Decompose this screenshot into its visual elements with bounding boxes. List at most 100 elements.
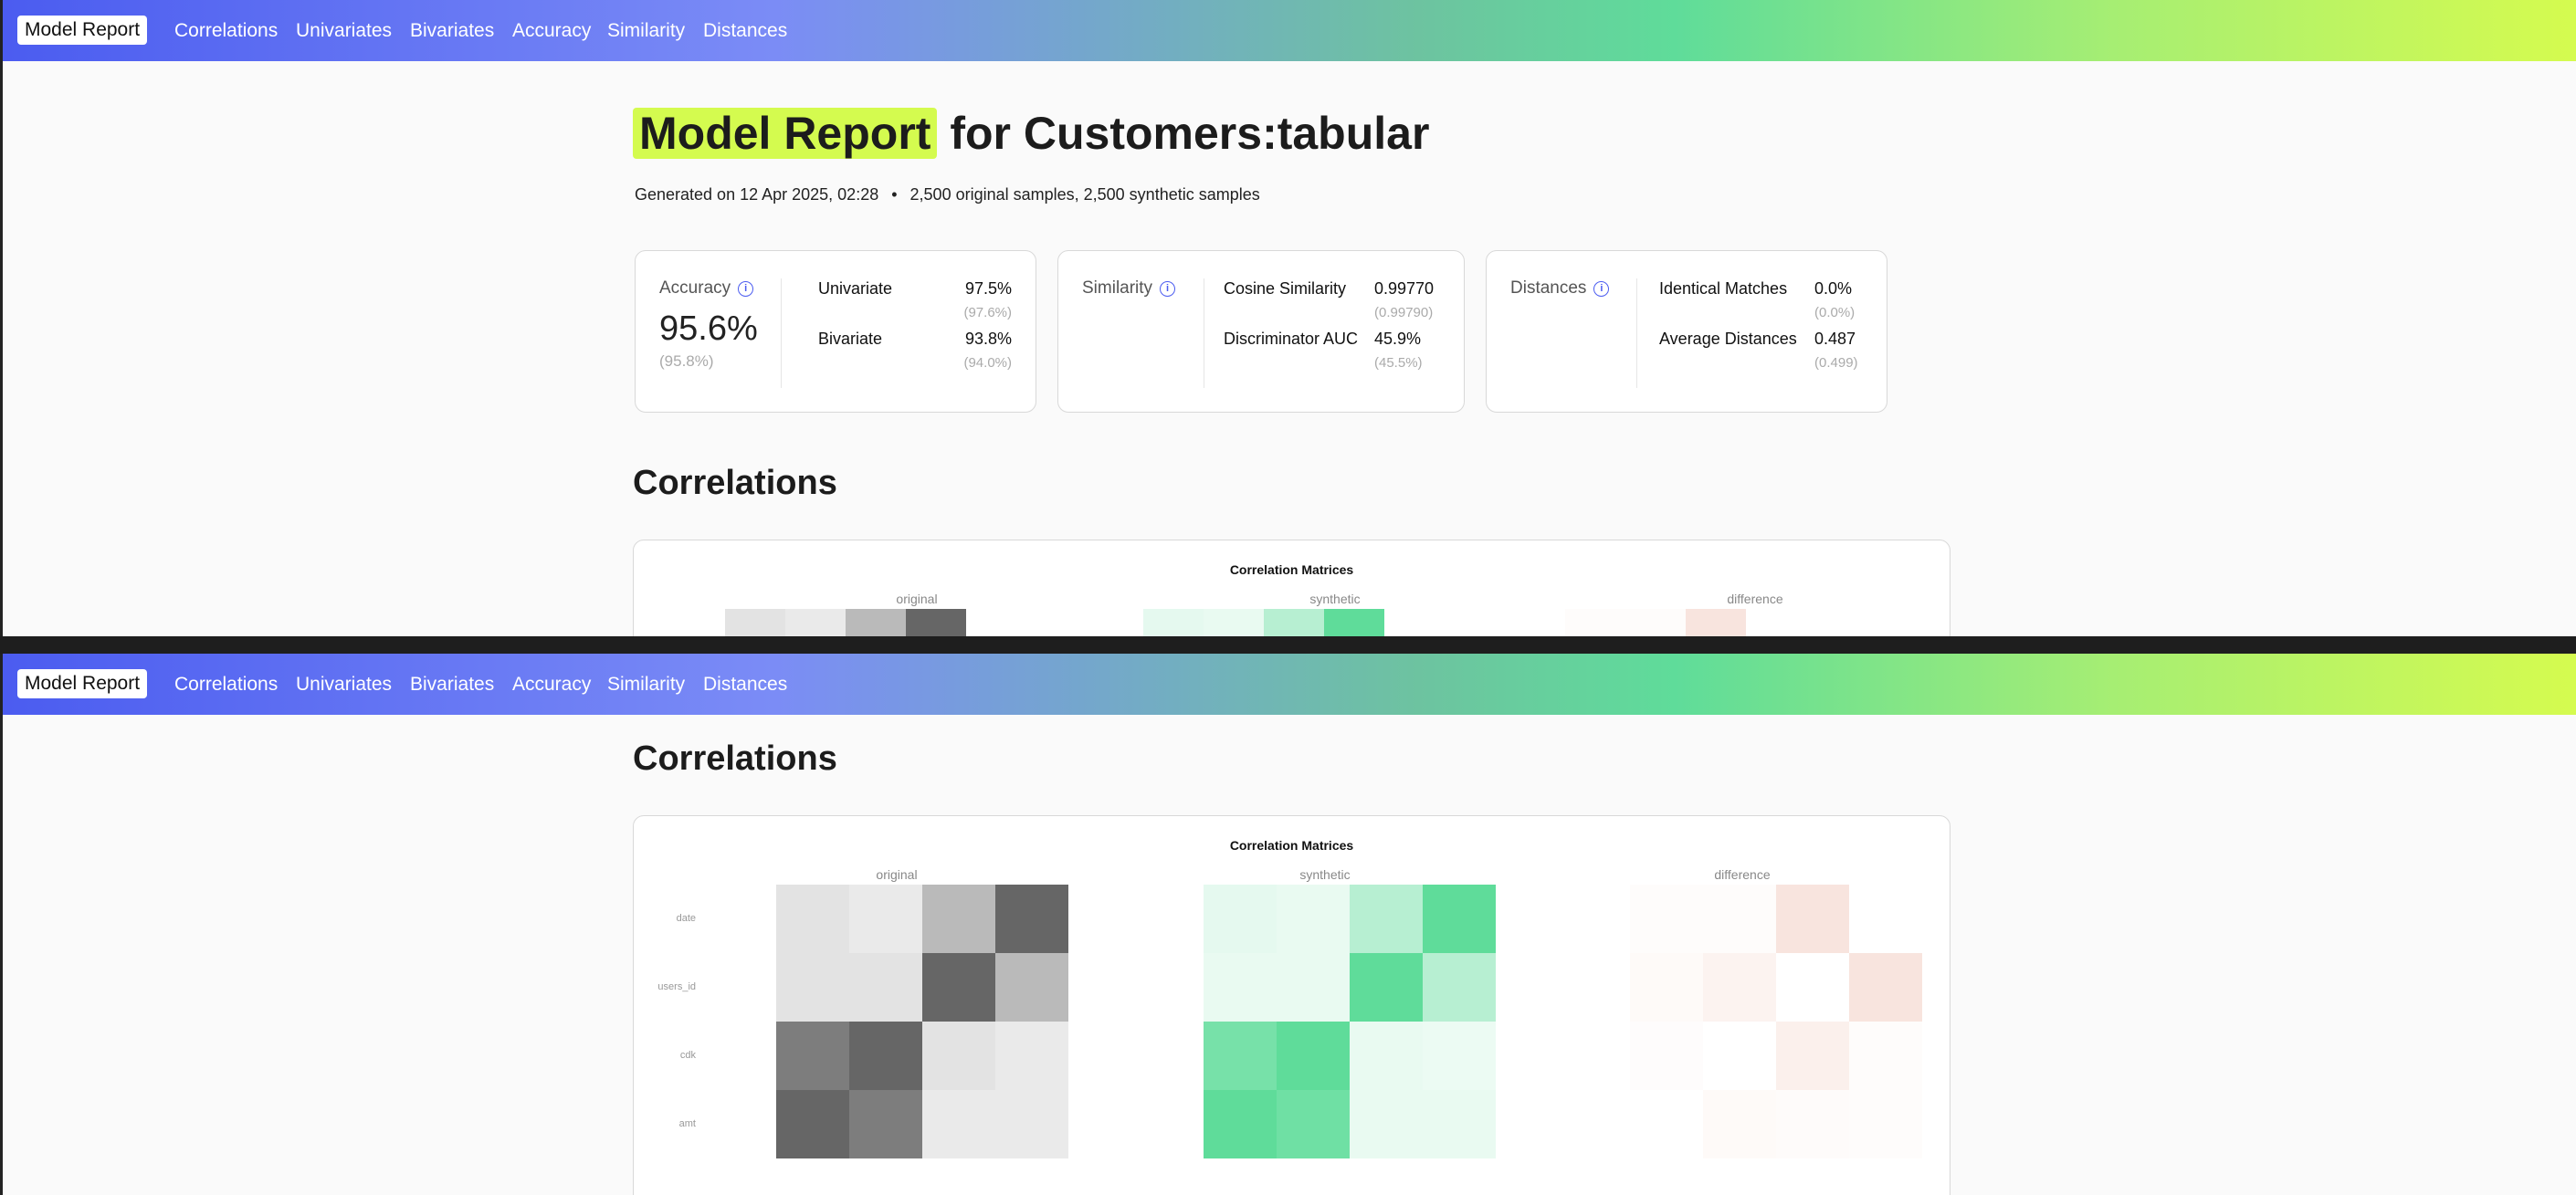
heatmap-cell-difference-cdk-amt	[1849, 1022, 1922, 1090]
heatmap-cell-difference-cdk-users_id	[1703, 1022, 1776, 1090]
info-icon[interactable]: i	[738, 281, 754, 297]
heatmap-cell-difference-cdk-cdk	[1776, 1022, 1849, 1090]
heatmap-cell-original-date-amt	[906, 609, 966, 636]
correlation-matrices-card: Correlation Matrices original synthetic …	[633, 815, 1950, 1195]
heatmap-cell-original-date-cdk	[922, 885, 995, 953]
heatmap-cell-original-users_id-cdk	[922, 953, 995, 1022]
heatmap-cell-difference-users_id-amt	[1849, 953, 1922, 1022]
similarity-card: Similarity i Cosine Similarity 0.99770 (0…	[1057, 250, 1465, 413]
heatmap-cell-original-users_id-amt	[995, 953, 1068, 1022]
sample-counts: 2,500 original samples, 2,500 synthetic …	[909, 185, 1260, 204]
card-divider	[1636, 278, 1637, 388]
nav-link-univariates[interactable]: Univariates	[296, 673, 392, 697]
discriminator-auc-label: Discriminator AUC	[1224, 330, 1359, 348]
row-label-users-id: users_id	[657, 981, 696, 992]
report-window-bottom: Model Report Correlations Univariates Bi…	[0, 654, 2576, 1195]
nav-link-similarity[interactable]: Similarity	[607, 673, 685, 697]
heatmap-cell-difference-date-amt	[1849, 885, 1922, 953]
row-label-amt: amt	[678, 1118, 696, 1129]
correlation-matrices-card: Correlation Matrices original synthetic …	[633, 540, 1950, 636]
discriminator-auc-value: 45.9%	[1374, 330, 1422, 348]
nav-link-correlations[interactable]: Correlations	[174, 19, 278, 43]
heatmap-cell-synthetic-date-users_id	[1204, 609, 1264, 636]
distances-label: Distances i	[1510, 278, 1610, 299]
heatmap-cell-synthetic-cdk-amt	[1423, 1022, 1496, 1090]
heatmap-cell-difference-amt-cdk	[1776, 1090, 1849, 1158]
nav-link-bivariates[interactable]: Bivariates	[410, 19, 494, 43]
heatmap-cell-difference-users_id-users_id	[1703, 953, 1776, 1022]
heatmap-cell-difference-users_id-cdk	[1776, 953, 1849, 1022]
univariate-sub: (97.6%)	[963, 305, 1012, 320]
heatmap-cell-synthetic-amt-cdk	[1350, 1090, 1423, 1158]
bivariate-sub: (94.0%)	[963, 355, 1012, 371]
heatmap-cell-original-date-date	[725, 609, 785, 636]
heatmap-cell-difference-date-users_id	[1703, 885, 1776, 953]
identical-matches-sub: (0.0%)	[1814, 305, 1856, 320]
nav-link-correlations[interactable]: Correlations	[174, 673, 278, 697]
nav-link-accuracy[interactable]: Accuracy	[512, 673, 591, 697]
panel-title-original: original	[896, 592, 938, 606]
heatmap-cell-original-amt-date	[776, 1090, 849, 1158]
heatmap-cell-synthetic-users_id-users_id	[1277, 953, 1350, 1022]
chart-title: Correlation Matrices	[1229, 562, 1354, 577]
heatmap-cell-synthetic-date-cdk	[1264, 609, 1324, 636]
heatmap-cell-difference-date-date	[1565, 609, 1625, 636]
nav-link-bivariates[interactable]: Bivariates	[410, 673, 494, 697]
top-navbar: Model Report Correlations Univariates Bi…	[3, 0, 2576, 61]
heatmap-cell-synthetic-date-amt	[1324, 609, 1384, 636]
similarity-label: Similarity i	[1082, 278, 1176, 299]
row-label-cdk: cdk	[679, 1050, 696, 1061]
heatmap-cell-synthetic-date-amt	[1423, 885, 1496, 953]
average-distances-value: 0.487	[1814, 330, 1856, 348]
heatmap-cell-original-cdk-cdk	[922, 1022, 995, 1090]
heatmap-cell-difference-amt-amt	[1849, 1090, 1922, 1158]
nav-link-similarity[interactable]: Similarity	[607, 19, 685, 43]
discriminator-auc-sub: (45.5%)	[1374, 355, 1423, 371]
heatmap-cell-synthetic-users_id-date	[1204, 953, 1277, 1022]
heatmap-cell-difference-amt-date	[1630, 1090, 1703, 1158]
heatmap-cell-synthetic-amt-users_id	[1277, 1090, 1350, 1158]
nav-link-univariates[interactable]: Univariates	[296, 19, 392, 43]
panel-title-difference: difference	[1727, 592, 1783, 606]
correlations-heading: Correlations	[633, 464, 837, 502]
heatmap-cell-original-date-cdk	[846, 609, 906, 636]
heatmap-cell-difference-date-cdk	[1776, 885, 1849, 953]
heatmap-cell-synthetic-date-date	[1204, 885, 1277, 953]
average-distances-label: Average Distances	[1659, 330, 1797, 348]
row-label-date: date	[676, 913, 696, 924]
heatmap-cell-difference-date-cdk	[1686, 609, 1746, 636]
accuracy-value: 95.6%	[659, 309, 758, 348]
heatmap-cell-original-amt-cdk	[922, 1090, 995, 1158]
accuracy-label: Accuracy i	[659, 278, 754, 299]
heatmap-cell-difference-cdk-date	[1630, 1022, 1703, 1090]
nav-link-distances[interactable]: Distances	[703, 673, 787, 697]
panel-title-synthetic: synthetic	[1309, 592, 1361, 606]
average-distances-sub: (0.499)	[1814, 355, 1858, 371]
bivariate-label: Bivariate	[818, 330, 883, 348]
heatmap-cell-original-date-amt	[995, 885, 1068, 953]
chart-title: Correlation Matrices	[1229, 838, 1354, 853]
heatmap-cell-synthetic-amt-amt	[1423, 1090, 1496, 1158]
accuracy-card: Accuracy i 95.6% (95.8%) Univariate 97.5%…	[635, 250, 1036, 413]
nav-link-distances[interactable]: Distances	[703, 19, 787, 43]
nav-brand-button[interactable]: Model Report	[17, 669, 148, 698]
nav-link-accuracy[interactable]: Accuracy	[512, 19, 591, 43]
nav-brand-button[interactable]: Model Report	[17, 16, 148, 45]
title-rest: for Customers:tabular	[950, 108, 1430, 159]
heatmap-cell-synthetic-cdk-users_id	[1277, 1022, 1350, 1090]
heatmap-cell-synthetic-date-users_id	[1277, 885, 1350, 953]
heatmap-cell-synthetic-users_id-cdk	[1350, 953, 1423, 1022]
identical-matches-value: 0.0%	[1814, 279, 1853, 298]
heatmap-cell-difference-amt-users_id	[1703, 1090, 1776, 1158]
heatmap-cell-synthetic-cdk-date	[1204, 1022, 1277, 1090]
info-icon[interactable]: i	[1160, 281, 1176, 297]
distances-card: Distances i Identical Matches 0.0% (0.0%)…	[1486, 250, 1887, 413]
info-icon[interactable]: i	[1593, 281, 1610, 297]
cosine-similarity-value: 0.99770	[1374, 279, 1435, 298]
heatmap-cell-difference-date-amt	[1746, 609, 1806, 636]
heatmap-cell-original-users_id-date	[776, 953, 849, 1022]
heatmap-cell-synthetic-cdk-cdk	[1350, 1022, 1423, 1090]
heatmap-cell-original-amt-amt	[995, 1090, 1068, 1158]
top-navbar: Model Report Correlations Univariates Bi…	[3, 654, 2576, 715]
page-title: Model Report for Customers:tabular	[633, 102, 1429, 164]
